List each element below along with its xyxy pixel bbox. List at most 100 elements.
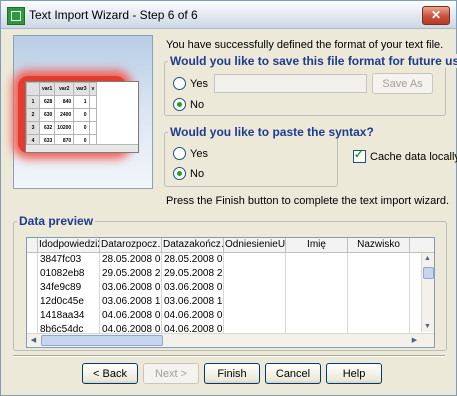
illustration-cell — [88, 108, 98, 122]
cancel-button[interactable]: Cancel — [265, 363, 321, 384]
save-format-yes-radio[interactable]: Yes — [173, 77, 208, 90]
illustration-col-header: var2 — [54, 82, 75, 96]
radio-label: No — [190, 98, 205, 111]
grid-header: Idodpowiedzi2 Datarozpocz… Datazakończ… … — [27, 238, 434, 253]
illustration-cell: 632 — [38, 121, 56, 135]
illustration-cell — [88, 95, 98, 109]
row-gutter — [27, 267, 38, 281]
table-cell: 04.06.2008 0… — [102, 309, 162, 323]
illustration-cell: 0 — [73, 121, 90, 135]
table-cell: 12d0c45e — [38, 295, 100, 309]
row-gutter — [27, 309, 38, 323]
app-icon — [7, 7, 25, 25]
illustration-row-number: 2 — [26, 108, 40, 122]
save-format-no-radio[interactable]: No — [173, 98, 204, 111]
row-gutter — [27, 253, 38, 267]
window-title: Text Import Wizard - Step 6 of 6 — [29, 8, 198, 22]
illustration-scrollbar — [26, 144, 138, 152]
checkbox-label: Cache data locally — [370, 150, 457, 163]
table-cell — [348, 309, 410, 323]
table-row[interactable]: 01082eb8 29.05.2008 2… 29.05.2008 2… — [27, 267, 410, 281]
save-as-button[interactable]: Save As — [372, 73, 433, 94]
save-format-question: Would you like to save this file format … — [168, 54, 457, 68]
scroll-right-icon[interactable]: ▶ — [409, 335, 420, 346]
illustration-cell: 10200 — [54, 121, 75, 135]
radio-indicator — [173, 98, 186, 111]
table-cell: 28.05.2008 0… — [164, 253, 224, 267]
table-cell — [286, 267, 348, 281]
table-cell: 29.05.2008 2… — [164, 267, 224, 281]
data-preview-grid[interactable]: Idodpowiedzi2 Datarozpocz… Datazakończ… … — [26, 237, 435, 348]
table-cell: 3847fc03 — [38, 253, 100, 267]
illustration-col-header: var1 — [38, 82, 56, 96]
column-header[interactable]: Datazakończ… — [162, 238, 224, 253]
table-cell: 03.06.2008 0… — [164, 281, 224, 295]
grid-corner — [27, 238, 38, 253]
next-button[interactable]: Next > — [143, 363, 199, 384]
row-gutter — [27, 281, 38, 295]
illustration-cell: 2400 — [54, 108, 75, 122]
illustration-row-number: 1 — [26, 95, 40, 109]
table-cell: 03.06.2008 1… — [164, 295, 224, 309]
illustration-cell: 1 — [73, 95, 90, 109]
paste-syntax-question: Would you like to paste the syntax? — [168, 125, 376, 139]
table-row[interactable]: 1418aa34 04.06.2008 0… 04.06.2008 0… — [27, 309, 410, 323]
table-cell — [286, 281, 348, 295]
column-header[interactable]: Idodpowiedzi2 — [38, 238, 100, 253]
back-button[interactable]: < Back — [82, 363, 138, 384]
radio-indicator — [173, 77, 186, 90]
table-cell: 03.06.2008 0… — [102, 281, 162, 295]
column-header[interactable]: Imię — [286, 238, 348, 253]
table-cell — [224, 253, 286, 267]
close-button[interactable]: ✕ — [422, 6, 450, 25]
scroll-left-icon[interactable]: ◀ — [28, 335, 39, 346]
button-divider — [13, 355, 445, 357]
table-cell — [286, 253, 348, 267]
radio-label: No — [190, 167, 205, 180]
column-header[interactable]: Nazwisko — [348, 238, 410, 253]
illustration-col-header: v — [88, 82, 98, 96]
radio-indicator — [173, 167, 186, 180]
column-header[interactable]: Datarozpocz… — [100, 238, 162, 253]
format-file-path-input[interactable] — [214, 74, 367, 93]
table-cell: 01082eb8 — [38, 267, 100, 281]
illustration-col-header: var3 — [73, 82, 90, 96]
scroll-up-icon[interactable]: ▲ — [422, 253, 433, 264]
illustration-grid: var1 var2 var3 v 1 628 840 1 2 630 2400 … — [25, 81, 139, 153]
table-row[interactable]: 34fe9c89 03.06.2008 0… 03.06.2008 0… — [27, 281, 410, 295]
checkbox-indicator — [353, 148, 366, 163]
table-cell: 28.05.2008 0… — [102, 253, 162, 267]
table-cell: 1418aa34 — [38, 309, 100, 323]
illustration-cell: 628 — [38, 95, 56, 109]
table-row[interactable]: 3847fc03 28.05.2008 0… 28.05.2008 0… — [27, 253, 410, 267]
radio-indicator — [173, 147, 186, 160]
table-cell: 03.06.2008 1… — [102, 295, 162, 309]
table-cell — [224, 281, 286, 295]
table-cell — [224, 295, 286, 309]
success-message: You have successfully defined the format… — [166, 39, 444, 51]
column-header[interactable] — [410, 238, 434, 253]
row-gutter — [27, 295, 38, 309]
table-row[interactable]: 12d0c45e 03.06.2008 1… 03.06.2008 1… — [27, 295, 410, 309]
cache-data-checkbox[interactable]: Cache data locally — [353, 148, 457, 163]
table-cell — [286, 295, 348, 309]
help-button[interactable]: Help — [326, 363, 382, 384]
illustration-cell: 630 — [38, 108, 56, 122]
vertical-scrollbar[interactable]: ▲ ▼ — [421, 253, 434, 332]
illustration-cell — [88, 121, 98, 135]
finish-instruction: Press the Finish button to complete the … — [166, 195, 450, 207]
vertical-scroll-thumb[interactable] — [423, 267, 434, 279]
paste-syntax-yes-radio[interactable]: Yes — [173, 147, 208, 160]
finish-button[interactable]: Finish — [204, 363, 260, 384]
scroll-down-icon[interactable]: ▼ — [422, 321, 433, 332]
wizard-window: Text Import Wizard - Step 6 of 6 ✕ var1 … — [0, 0, 457, 396]
radio-label: Yes — [190, 147, 208, 160]
table-cell — [348, 281, 410, 295]
table-cell — [348, 267, 410, 281]
column-header[interactable]: OdniesienieU… — [224, 238, 286, 253]
horizontal-scroll-thumb[interactable] — [41, 335, 163, 346]
radio-label: Yes — [190, 77, 208, 90]
illustration-corner-cell — [26, 82, 40, 96]
horizontal-scrollbar[interactable]: ◀ ▶ — [27, 333, 434, 347]
paste-syntax-no-radio[interactable]: No — [173, 167, 204, 180]
